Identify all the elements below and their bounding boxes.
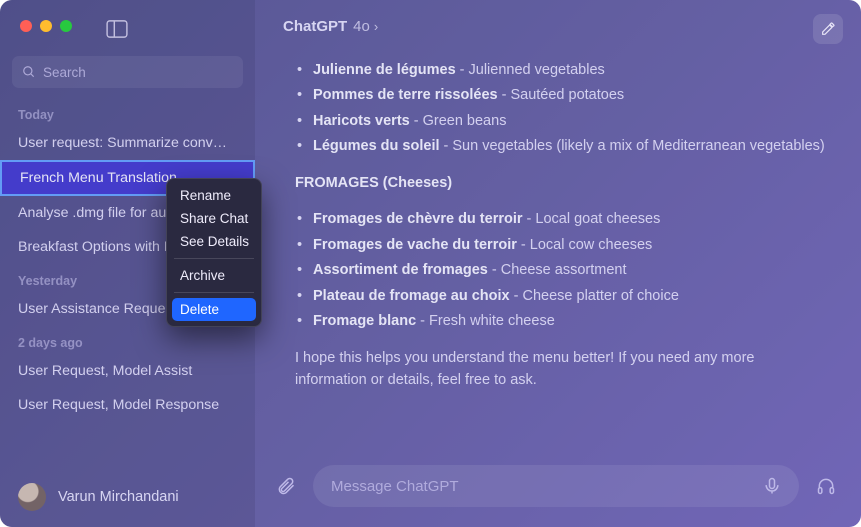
conversation-item[interactable]: User Request, Model Assist: [0, 354, 255, 388]
list-item: Fromage blanc - Fresh white cheese: [295, 310, 825, 332]
list-fromages: Fromages de chèvre du terroir - Local go…: [295, 208, 825, 332]
minimize-window-button[interactable]: [40, 20, 52, 32]
input-row: Message ChatGPT: [255, 465, 861, 527]
sidebar-account[interactable]: Varun Mirchandani: [0, 467, 255, 527]
conversation-item[interactable]: User request: Summarize conv…: [0, 126, 255, 160]
headphones-icon: [816, 476, 836, 496]
message-input[interactable]: Message ChatGPT: [313, 465, 799, 507]
message-placeholder: Message ChatGPT: [331, 478, 459, 495]
sidebar-toggle-button[interactable]: [104, 18, 130, 40]
ctx-separator: [174, 258, 254, 259]
new-chat-button[interactable]: [813, 14, 843, 44]
section-label-today: Today: [0, 98, 255, 126]
search-icon: [22, 65, 36, 79]
list-item: Plateau de fromage au choix - Cheese pla…: [295, 285, 825, 307]
ctx-archive[interactable]: Archive: [172, 264, 256, 287]
list-item: Assortiment de fromages - Cheese assortm…: [295, 259, 825, 281]
ctx-see-details[interactable]: See Details: [172, 230, 256, 253]
search-placeholder: Search: [43, 65, 86, 80]
ctx-separator: [174, 292, 254, 293]
chat-content: Julienne de légumes - Julienned vegetabl…: [255, 52, 861, 465]
sidebar-icon: [106, 20, 128, 38]
ctx-rename[interactable]: Rename: [172, 184, 256, 207]
window-controls: [20, 20, 72, 32]
microphone-icon: [762, 476, 782, 496]
maximize-window-button[interactable]: [60, 20, 72, 32]
chat-title[interactable]: ChatGPT 4o ›: [283, 18, 378, 35]
list-item: Haricots verts - Green beans: [295, 110, 825, 132]
context-menu: Rename Share Chat See Details Archive De…: [166, 178, 262, 327]
section-heading-fromages: FROMAGES (Cheeses): [295, 172, 825, 194]
username: Varun Mirchandani: [58, 489, 179, 505]
main-pane: ChatGPT 4o › Julienne de légumes - Julie…: [255, 0, 861, 527]
close-window-button[interactable]: [20, 20, 32, 32]
search-input[interactable]: Search: [12, 56, 243, 88]
attach-button[interactable]: [273, 473, 299, 499]
avatar: [18, 483, 46, 511]
headphones-button[interactable]: [813, 473, 839, 499]
section-label-2days: 2 days ago: [0, 326, 255, 354]
chat-title-model: 4o: [353, 18, 370, 35]
list-garnitures: Julienne de légumes - Julienned vegetabl…: [295, 59, 825, 158]
app-window: Search Today User request: Summarize con…: [0, 0, 861, 527]
list-item: Julienne de légumes - Julienned vegetabl…: [295, 59, 825, 81]
list-item: Fromages de chèvre du terroir - Local go…: [295, 208, 825, 230]
list-item: Légumes du soleil - Sun vegetables (like…: [295, 135, 825, 157]
paperclip-icon: [276, 476, 296, 496]
ctx-delete[interactable]: Delete: [172, 298, 256, 321]
chevron-right-icon: ›: [374, 19, 378, 34]
ctx-share-chat[interactable]: Share Chat: [172, 207, 256, 230]
closing-paragraph: I hope this helps you understand the men…: [295, 347, 825, 392]
list-item: Fromages de vache du terroir - Local cow…: [295, 234, 825, 256]
mic-button[interactable]: [759, 473, 785, 499]
list-item: Pommes de terre rissolées - Sautéed pota…: [295, 84, 825, 106]
conversation-item[interactable]: User Request, Model Response: [0, 388, 255, 422]
compose-icon: [820, 21, 836, 37]
chat-title-main: ChatGPT: [283, 18, 347, 35]
